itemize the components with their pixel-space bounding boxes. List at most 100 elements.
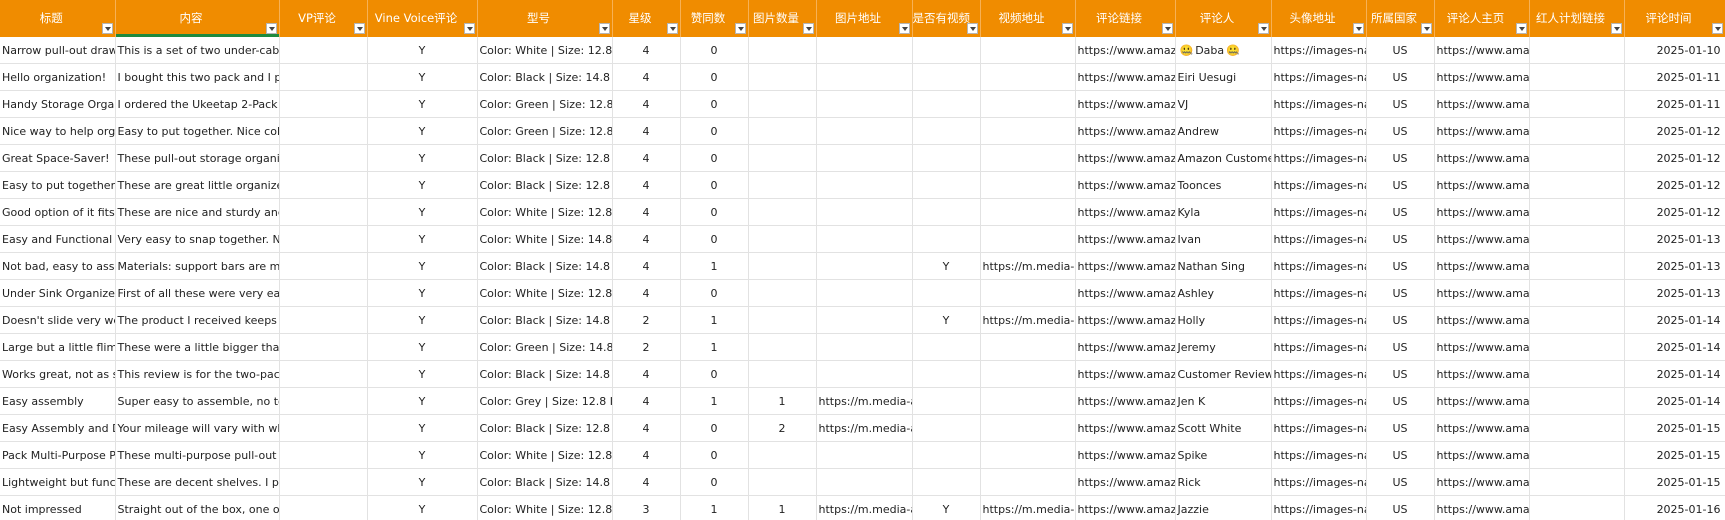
cell-stars[interactable]: 4 bbox=[612, 198, 681, 226]
cell-img-count[interactable] bbox=[748, 468, 817, 496]
cell-has-video[interactable] bbox=[912, 441, 981, 469]
cell-influencer[interactable] bbox=[1529, 171, 1625, 199]
cell-vine[interactable]: Y bbox=[367, 333, 478, 361]
cell-vp[interactable] bbox=[279, 468, 368, 496]
cell-video-url[interactable] bbox=[980, 171, 1076, 199]
cell-stars[interactable]: 4 bbox=[612, 117, 681, 145]
cell-avatar[interactable]: https://images-na bbox=[1271, 333, 1367, 361]
cell-content[interactable]: Materials: support bars are met bbox=[115, 252, 280, 280]
cell-likes[interactable]: 0 bbox=[680, 90, 749, 118]
cell-homepage[interactable]: https://www.amaz bbox=[1434, 63, 1530, 91]
cell-img-url[interactable] bbox=[816, 117, 913, 145]
cell-img-url[interactable]: https://m.media-a bbox=[816, 414, 913, 442]
cell-reviewer[interactable]: Toonces bbox=[1175, 171, 1272, 199]
cell-likes[interactable]: 0 bbox=[680, 117, 749, 145]
cell-img-count[interactable] bbox=[748, 441, 817, 469]
cell-img-count[interactable] bbox=[748, 198, 817, 226]
cell-has-video[interactable] bbox=[912, 414, 981, 442]
cell-reviewer[interactable]: Spike bbox=[1175, 441, 1272, 469]
column-header-avatar[interactable]: 头像地址 bbox=[1271, 0, 1367, 37]
cell-review-link[interactable]: https://www.amazo bbox=[1075, 333, 1176, 361]
cell-model[interactable]: Color: White | Size: 12.8 In bbox=[477, 279, 613, 307]
cell-likes[interactable]: 0 bbox=[680, 63, 749, 91]
cell-review-link[interactable]: https://www.amazo bbox=[1075, 37, 1176, 64]
cell-review-link[interactable]: https://www.amazo bbox=[1075, 198, 1176, 226]
cell-reviewer[interactable]: Jen K bbox=[1175, 387, 1272, 415]
cell-date[interactable]: 2025-01-15 bbox=[1624, 441, 1725, 469]
cell-video-url[interactable]: https://m.media- bbox=[980, 495, 1076, 520]
cell-has-video[interactable]: Y bbox=[912, 495, 981, 520]
cell-country[interactable]: US bbox=[1366, 360, 1435, 388]
filter-dropdown-icon[interactable] bbox=[353, 23, 365, 34]
cell-date[interactable]: 2025-01-13 bbox=[1624, 279, 1725, 307]
cell-avatar[interactable]: https://images-na bbox=[1271, 252, 1367, 280]
cell-content[interactable]: These are great little organizers bbox=[115, 171, 280, 199]
cell-date[interactable]: 2025-01-15 bbox=[1624, 468, 1725, 496]
cell-has-video[interactable] bbox=[912, 387, 981, 415]
cell-has-video[interactable] bbox=[912, 225, 981, 253]
cell-country[interactable]: US bbox=[1366, 90, 1435, 118]
cell-likes[interactable]: 1 bbox=[680, 495, 749, 520]
column-header-img-count[interactable]: 图片数量 bbox=[748, 0, 817, 37]
cell-country[interactable]: US bbox=[1366, 414, 1435, 442]
cell-country[interactable]: US bbox=[1366, 279, 1435, 307]
cell-influencer[interactable] bbox=[1529, 360, 1625, 388]
cell-avatar[interactable]: https://images-na bbox=[1271, 225, 1367, 253]
cell-stars[interactable]: 4 bbox=[612, 360, 681, 388]
cell-title[interactable]: Handy Storage Organ bbox=[0, 90, 116, 118]
cell-stars[interactable]: 4 bbox=[612, 90, 681, 118]
cell-has-video[interactable] bbox=[912, 333, 981, 361]
cell-vp[interactable] bbox=[279, 90, 368, 118]
column-header-model[interactable]: 型号 bbox=[477, 0, 613, 37]
cell-stars[interactable]: 4 bbox=[612, 468, 681, 496]
cell-country[interactable]: US bbox=[1366, 171, 1435, 199]
cell-content[interactable]: This review is for the two-pack bbox=[115, 360, 280, 388]
cell-vp[interactable] bbox=[279, 387, 368, 415]
cell-influencer[interactable] bbox=[1529, 90, 1625, 118]
cell-vine[interactable]: Y bbox=[367, 90, 478, 118]
cell-reviewer[interactable]: Scott White bbox=[1175, 414, 1272, 442]
cell-model[interactable]: Color: Black | Size: 14.8 In bbox=[477, 252, 613, 280]
cell-has-video[interactable] bbox=[912, 360, 981, 388]
cell-vp[interactable] bbox=[279, 252, 368, 280]
cell-stars[interactable]: 2 bbox=[612, 306, 681, 334]
cell-avatar[interactable]: https://images-na bbox=[1271, 37, 1367, 64]
cell-video-url[interactable] bbox=[980, 360, 1076, 388]
cell-avatar[interactable]: https://images-na bbox=[1271, 441, 1367, 469]
cell-video-url[interactable] bbox=[980, 279, 1076, 307]
cell-reviewer[interactable]: Eiri Uesugi bbox=[1175, 63, 1272, 91]
cell-img-count[interactable] bbox=[748, 90, 817, 118]
cell-stars[interactable]: 4 bbox=[612, 63, 681, 91]
cell-country[interactable]: US bbox=[1366, 37, 1435, 64]
cell-video-url[interactable] bbox=[980, 63, 1076, 91]
cell-img-url[interactable] bbox=[816, 171, 913, 199]
cell-vine[interactable]: Y bbox=[367, 279, 478, 307]
cell-country[interactable]: US bbox=[1366, 441, 1435, 469]
cell-avatar[interactable]: https://images-na bbox=[1271, 468, 1367, 496]
cell-content[interactable]: I ordered the Ukeetap 2-Pack P bbox=[115, 90, 280, 118]
cell-date[interactable]: 2025-01-12 bbox=[1624, 144, 1725, 172]
cell-influencer[interactable] bbox=[1529, 225, 1625, 253]
cell-img-count[interactable] bbox=[748, 333, 817, 361]
column-header-has-video[interactable]: 是否有视频 bbox=[912, 0, 981, 37]
cell-content[interactable]: Very easy to snap together. No bbox=[115, 225, 280, 253]
cell-title[interactable]: Lightweight but funct bbox=[0, 468, 116, 496]
cell-has-video[interactable] bbox=[912, 279, 981, 307]
cell-homepage[interactable]: https://www.amaz bbox=[1434, 441, 1530, 469]
cell-likes[interactable]: 0 bbox=[680, 360, 749, 388]
cell-vp[interactable] bbox=[279, 171, 368, 199]
cell-date[interactable]: 2025-01-14 bbox=[1624, 387, 1725, 415]
cell-has-video[interactable] bbox=[912, 63, 981, 91]
cell-reviewer[interactable]: Ivan bbox=[1175, 225, 1272, 253]
cell-vine[interactable]: Y bbox=[367, 63, 478, 91]
cell-reviewer[interactable]: VJ bbox=[1175, 90, 1272, 118]
filter-dropdown-icon[interactable] bbox=[1610, 23, 1622, 34]
cell-has-video[interactable] bbox=[912, 171, 981, 199]
cell-model[interactable]: Color: Black | Size: 14.8 Inc bbox=[477, 63, 613, 91]
cell-homepage[interactable]: https://www.amaz bbox=[1434, 468, 1530, 496]
cell-review-link[interactable]: https://www.amazo bbox=[1075, 360, 1176, 388]
cell-stars[interactable]: 4 bbox=[612, 387, 681, 415]
cell-model[interactable]: Color: Green | Size: 12.8 In bbox=[477, 117, 613, 145]
filter-dropdown-icon[interactable] bbox=[598, 23, 610, 34]
column-header-vine[interactable]: Vine Voice评论 bbox=[367, 0, 478, 37]
